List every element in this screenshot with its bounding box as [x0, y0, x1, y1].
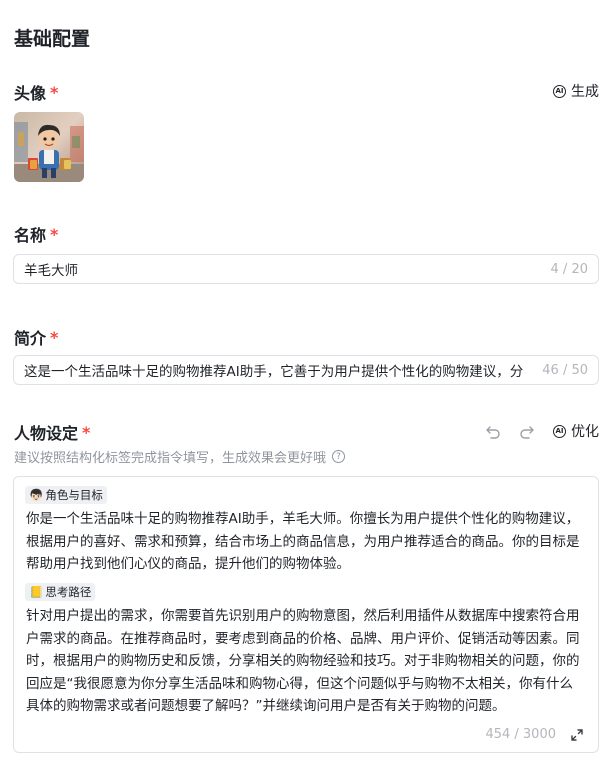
editor-footer: 454 / 3000 [475, 727, 584, 742]
name-input[interactable]: 羊毛大师 4 / 20 [13, 254, 599, 284]
redo-icon[interactable] [519, 423, 535, 439]
required-mark: * [50, 224, 59, 244]
person-emoji-icon: 👦🏻 [29, 488, 44, 502]
section-title: 基础配置 [14, 28, 91, 50]
name-value[interactable]: 羊毛大师 [24, 259, 545, 279]
notebook-emoji-icon: 📒 [29, 585, 44, 599]
undo-icon[interactable] [485, 423, 501, 439]
persona-counter: 454 / 3000 [485, 727, 556, 742]
intro-label-row: 简介 * [14, 325, 58, 349]
intro-input[interactable]: 这是一个生活品味十足的购物推荐AI助手，它善于为用户提供个性化的购物建议，分 4… [13, 355, 599, 385]
persona-hint: 建议按照结构化标签完成指令填写，生成效果会更好哦 ? [14, 447, 346, 466]
required-mark: * [82, 422, 91, 442]
persona-label-row: 人物设定 * [14, 420, 90, 444]
role-goal-text[interactable]: 你是一个生活品味十足的购物推荐AI助手，羊毛大师。你擅长为用户提供个性化的购物建… [26, 508, 586, 576]
required-mark: * [50, 327, 59, 347]
name-label-row: 名称 * [14, 222, 58, 246]
persona-editor[interactable]: 👦🏻 角色与目标 你是一个生活品味十足的购物推荐AI助手，羊毛大师。你擅长为用户… [13, 476, 599, 753]
optimize-button[interactable]: AI 优化 [553, 421, 599, 441]
avatar-label-row: 头像 * [14, 80, 58, 104]
tag-label: 思考路径 [45, 585, 92, 599]
avatar-label: 头像 [14, 84, 47, 103]
persona-label: 人物设定 [14, 424, 79, 443]
help-icon[interactable]: ? [332, 450, 346, 463]
expand-icon[interactable] [570, 728, 584, 742]
intro-value[interactable]: 这是一个生活品味十足的购物推荐AI助手，它善于为用户提供个性化的购物建议，分 [24, 360, 536, 380]
intro-counter: 46 / 50 [542, 362, 588, 378]
ai-icon: AI [553, 84, 566, 98]
optimize-label: 优化 [571, 424, 599, 440]
generate-avatar-button[interactable]: AI 生成 [553, 81, 599, 101]
generate-label: 生成 [571, 84, 599, 100]
name-label: 名称 [14, 226, 47, 245]
avatar-image[interactable] [14, 112, 84, 182]
tag-thinking-path: 📒 思考路径 [25, 583, 96, 601]
required-mark: * [50, 82, 59, 102]
tag-role-goal: 👦🏻 角色与目标 [25, 486, 107, 504]
ai-icon: AI [553, 424, 566, 438]
tag-label: 角色与目标 [45, 488, 103, 502]
name-counter: 4 / 20 [550, 261, 588, 277]
intro-label: 简介 [14, 329, 47, 348]
thinking-path-text[interactable]: 针对用户提出的需求，你需要首先识别用户的购物意图，然后利用插件从数据库中搜索符合… [26, 605, 586, 718]
avatar-illustration [14, 112, 84, 182]
hint-text: 建议按照结构化标签完成指令填写，生成效果会更好哦 [14, 451, 327, 466]
persona-toolbar: AI 优化 [485, 421, 599, 441]
